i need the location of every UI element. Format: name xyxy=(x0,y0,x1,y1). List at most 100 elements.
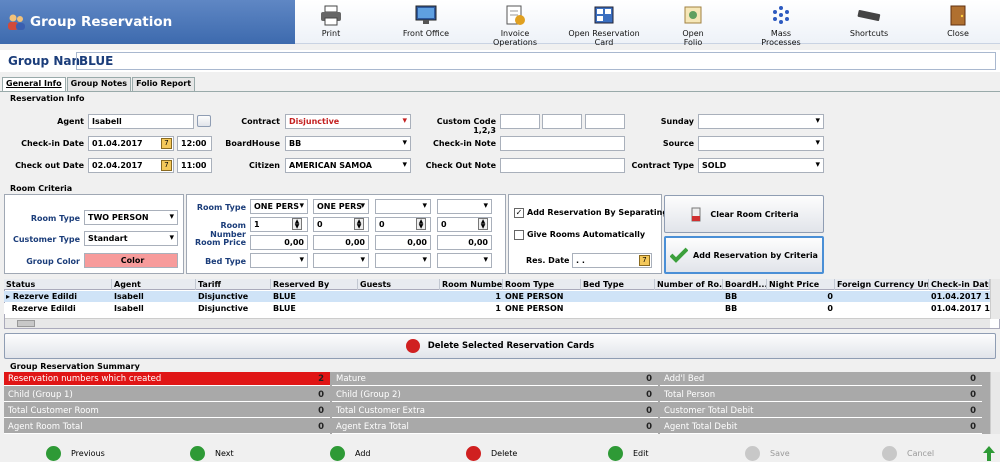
summary-total-customer-extra: Total Customer Extra 0 xyxy=(332,404,658,418)
checkout-note-label: Check Out Note xyxy=(425,161,496,170)
criteria-room-type-3[interactable] xyxy=(375,199,431,214)
cell-status: Rezerve Edildi xyxy=(12,292,77,301)
customer-type-label: Customer Type xyxy=(12,235,80,244)
cell-reserved-by: BLUE xyxy=(273,304,296,313)
delete-button[interactable]: Delete xyxy=(466,446,517,461)
open-folio-button[interactable]: Open Folio xyxy=(672,4,714,47)
criteria-room-price-2[interactable]: 0,00 xyxy=(313,235,369,250)
citizen-select[interactable]: AMERICAN SAMOA xyxy=(285,158,411,173)
open-reservation-card-button[interactable]: Open Reservation Card xyxy=(561,4,647,47)
cell-status: Rezerve Edildi xyxy=(4,303,112,314)
delete-selected-cards-button[interactable]: Delete Selected Reservation Cards xyxy=(4,333,996,359)
col-reserved-by[interactable]: Reserved By xyxy=(271,279,358,290)
col-bed-type[interactable]: Bed Type xyxy=(581,279,655,290)
criteria-bed-type-3[interactable] xyxy=(375,253,431,268)
add-by-separating-checkbox[interactable]: ✓ xyxy=(514,208,524,218)
col-boardhouse[interactable]: BoardH... xyxy=(723,279,767,290)
mass-processes-button[interactable]: Mass Processes xyxy=(751,4,811,47)
criteria-room-type-2[interactable]: ONE PERS xyxy=(313,199,369,214)
criteria-bed-type-2[interactable] xyxy=(313,253,369,268)
save-button[interactable]: Save xyxy=(745,446,790,461)
col-foreign-currency[interactable]: Foreign Currency Unit xyxy=(835,279,929,290)
checkout-time-field[interactable]: 11:00 xyxy=(177,158,212,173)
col-room-number[interactable]: Room Number xyxy=(440,279,503,290)
custom-code-3-field[interactable] xyxy=(585,114,625,129)
criteria-room-type-4[interactable] xyxy=(437,199,492,214)
col-checkin-date[interactable]: Check-in Date xyxy=(929,279,990,290)
contract-type-select[interactable]: SOLD xyxy=(698,158,824,173)
invoice-operations-button[interactable]: Invoice Operations xyxy=(479,4,551,47)
checkout-note-field[interactable] xyxy=(500,158,625,173)
give-rooms-checkbox[interactable] xyxy=(514,230,524,240)
spinner-icon[interactable]: ▲ ▼ xyxy=(478,218,488,230)
summary-value: 0 xyxy=(646,390,652,400)
col-guests[interactable]: Guests xyxy=(358,279,440,290)
folio-icon xyxy=(684,6,702,24)
grid-horizontal-scrollbar[interactable] xyxy=(5,318,990,328)
room-type-select[interactable]: TWO PERSON xyxy=(84,210,178,225)
tab-folio-report[interactable]: Folio Report xyxy=(132,77,196,92)
sunday-select[interactable] xyxy=(698,114,824,129)
tab-group-notes[interactable]: Group Notes xyxy=(66,77,132,92)
criteria-room-price-4[interactable]: 0,00 xyxy=(437,235,492,250)
col-status[interactable]: Status xyxy=(4,279,112,290)
checkout-calendar-icon[interactable]: 7 xyxy=(161,160,172,171)
scroll-thumb[interactable] xyxy=(17,320,35,327)
print-button[interactable]: Print xyxy=(319,4,343,38)
checkin-calendar-icon[interactable]: 7 xyxy=(161,138,172,149)
table-row[interactable]: Rezerve Edildi Isabell Disjunctive BLUE … xyxy=(4,303,990,314)
col-room-type[interactable]: Room Type xyxy=(503,279,581,290)
room-criteria-title: Room Criteria xyxy=(10,184,73,193)
cell-room-type: ONE PERSON xyxy=(505,304,564,313)
cancel-button[interactable]: Cancel xyxy=(882,446,934,461)
add-by-separating-label: Add Reservation By Separating xyxy=(527,208,669,217)
agent-lookup-button[interactable] xyxy=(197,115,211,127)
front-office-button[interactable]: Front Office xyxy=(401,4,451,38)
customer-type-select[interactable]: Standart xyxy=(84,231,178,246)
clear-room-criteria-button[interactable]: Clear Room Criteria xyxy=(664,195,824,233)
edit-button[interactable]: Edit xyxy=(608,446,649,461)
shortcuts-button[interactable]: Shortcuts xyxy=(849,4,889,38)
scroll-up-arrow-icon[interactable] xyxy=(983,446,995,461)
spinner-icon[interactable]: ▲ ▼ xyxy=(354,218,364,230)
grid-vertical-scrollbar[interactable] xyxy=(990,279,1000,319)
next-button[interactable]: Next xyxy=(190,446,234,461)
checkin-time-field[interactable]: 12:00 xyxy=(177,136,212,151)
spinner-icon[interactable]: ▲ ▼ xyxy=(292,218,302,230)
spinner-icon[interactable]: ▲ ▼ xyxy=(416,218,426,230)
criteria-room-price-3[interactable]: 0,00 xyxy=(375,235,431,250)
custom-code-2-field[interactable] xyxy=(542,114,582,129)
col-night-price[interactable]: Night Price xyxy=(767,279,835,290)
res-date-calendar-icon[interactable]: 7 xyxy=(639,255,650,266)
group-color-picker[interactable]: Color xyxy=(84,253,178,268)
add-button[interactable]: Add xyxy=(330,446,371,461)
checkin-note-field[interactable] xyxy=(500,136,625,151)
summary-value: 0 xyxy=(646,406,652,416)
close-button[interactable]: Close xyxy=(943,4,973,38)
criteria-bed-type-1[interactable] xyxy=(250,253,308,268)
add-reservation-by-criteria-button[interactable]: Add Reservation by Criteria xyxy=(664,236,824,274)
tab-general-info[interactable]: General Info xyxy=(2,77,66,92)
agent-field[interactable]: Isabell xyxy=(88,114,194,129)
col-tariff[interactable]: Tariff xyxy=(196,279,271,290)
invoice-operations-label: Invoice Operations xyxy=(493,29,537,47)
contract-select[interactable]: Disjunctive xyxy=(285,114,411,129)
summary-value: 0 xyxy=(318,406,324,416)
cell-tariff: Disjunctive xyxy=(198,304,249,313)
custom-code-1-field[interactable] xyxy=(500,114,540,129)
table-row[interactable]: ▸ Rezerve Edildi Isabell Disjunctive BLU… xyxy=(4,291,990,302)
previous-button[interactable]: Previous xyxy=(46,446,105,461)
summary-label: Child (Group 1) xyxy=(8,390,73,400)
criteria-bed-type-4[interactable] xyxy=(437,253,492,268)
summary-total-person: Total Person 0 xyxy=(660,388,982,402)
group-name-input[interactable]: BLUE xyxy=(76,52,996,70)
col-number-of-rooms[interactable]: Number of Ro... xyxy=(655,279,723,290)
criteria-room-type-1[interactable]: ONE PERS xyxy=(250,199,308,214)
col-agent[interactable]: Agent xyxy=(112,279,196,290)
boardhouse-select[interactable]: BB xyxy=(285,136,411,151)
cell-agent: Isabell xyxy=(114,292,144,301)
criteria-room-price-1[interactable]: 0,00 xyxy=(250,235,308,250)
summary-scrollbar[interactable] xyxy=(990,372,1000,434)
source-select[interactable] xyxy=(698,136,824,151)
room-type-label: Room Type xyxy=(30,214,80,223)
